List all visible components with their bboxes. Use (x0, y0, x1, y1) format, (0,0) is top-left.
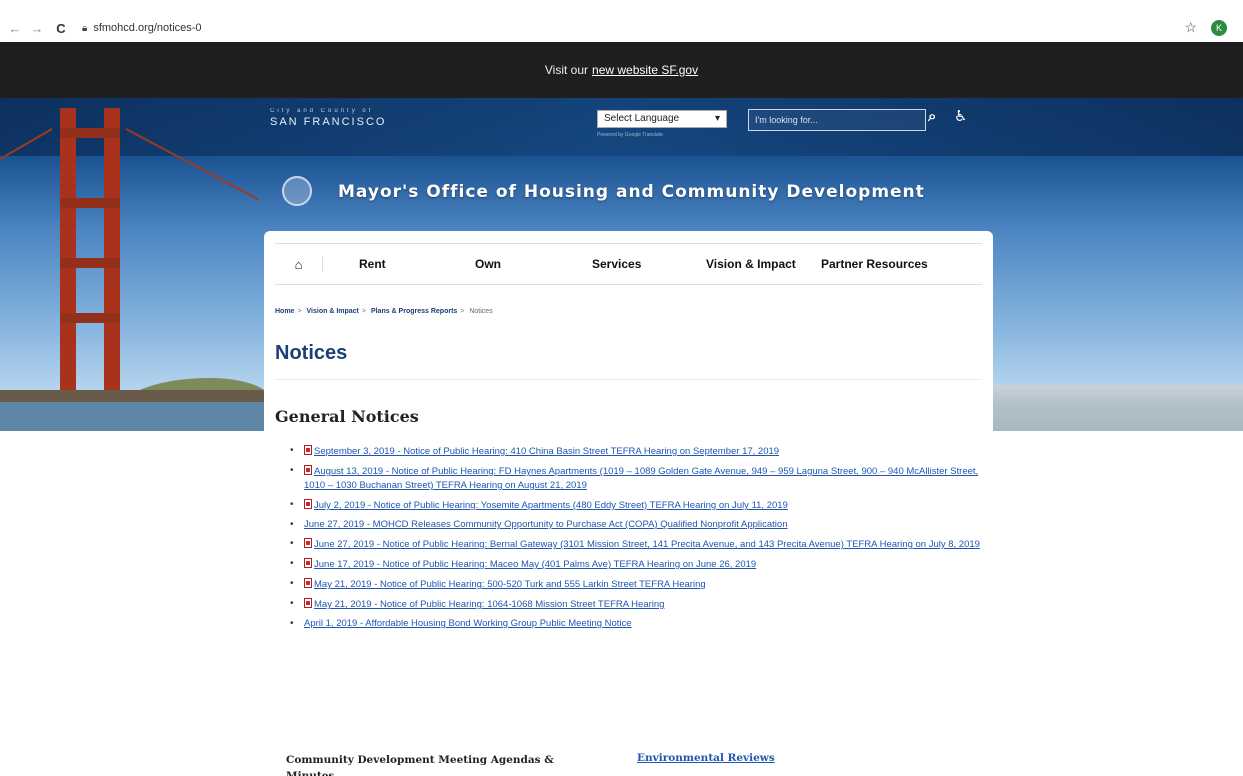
main-content-panel: ⌂ Rent Own Services Vision & Impact Part… (264, 231, 993, 776)
nav-item-own[interactable]: Own (475, 257, 501, 271)
accessibility-icon[interactable]: ♿︎ (954, 107, 967, 125)
list-item: July 2, 2019 - Notice of Public Hearing:… (286, 498, 986, 513)
pdf-icon (304, 558, 312, 568)
water-image (0, 400, 270, 431)
language-select[interactable]: Select Language ▾ (597, 110, 727, 128)
notice-link[interactable]: May 21, 2019 - Notice of Public Hearing:… (314, 599, 664, 610)
notice-link[interactable]: September 3, 2019 - Notice of Public Hea… (314, 446, 779, 457)
bridge-deck (0, 390, 270, 402)
sf-logo[interactable]: City and County of SAN FRANCISCO (270, 108, 386, 128)
notice-link[interactable]: April 1, 2019 - Affordable Housing Bond … (304, 618, 632, 629)
nav-item-services[interactable]: Services (592, 257, 641, 271)
pdf-icon (304, 598, 312, 608)
footer-environmental-reviews-link[interactable]: Environmental Reviews (637, 752, 775, 764)
org-title[interactable]: Mayor's Office of Housing and Community … (338, 182, 925, 202)
dropdown-arrow-icon: ▾ (714, 113, 720, 124)
footer-meeting-agendas-link[interactable]: Community Development Meeting Agendas & … (286, 752, 586, 776)
search-icon[interactable]: ⌕ (928, 108, 936, 125)
notice-link[interactable]: August 13, 2019 - Notice of Public Heari… (304, 466, 978, 491)
pdf-icon (304, 465, 312, 475)
list-item: May 21, 2019 - Notice of Public Hearing:… (286, 597, 986, 612)
section-title: General Notices (275, 407, 419, 426)
list-item: August 13, 2019 - Notice of Public Heari… (286, 464, 986, 493)
page-title: Notices (275, 342, 348, 364)
bookmark-star-icon[interactable]: ☆ (1184, 19, 1197, 36)
pdf-icon (304, 578, 312, 588)
top-notice-text: Visit our (544, 63, 589, 77)
city-skyline-image (991, 385, 1243, 431)
notice-link[interactable]: June 27, 2019 - MOHCD Releases Community… (304, 519, 788, 530)
golden-gate-bridge-image (54, 108, 126, 431)
sfgov-link[interactable]: new website SF.gov (592, 63, 698, 77)
nav-item-rent[interactable]: Rent (359, 257, 386, 271)
sf-logo-small: City and County of (270, 108, 374, 114)
notice-link[interactable]: July 2, 2019 - Notice of Public Hearing:… (314, 500, 788, 511)
powered-by-google: Powered by Google Translate (597, 132, 663, 138)
lock-icon: 🔒︎ (82, 22, 88, 34)
list-item: September 3, 2019 - Notice of Public Hea… (286, 444, 986, 459)
main-nav: ⌂ Rent Own Services Vision & Impact Part… (275, 243, 982, 285)
notices-list: September 3, 2019 - Notice of Public Hea… (286, 444, 986, 636)
search-input[interactable]: I'm looking for... (748, 109, 926, 131)
browser-toolbar: ← → C 🔒︎ sfmohcd.org/notices-0 ☆ K (0, 14, 1243, 42)
list-item: June 27, 2019 - Notice of Public Hearing… (286, 537, 986, 552)
list-item: June 27, 2019 - MOHCD Releases Community… (286, 518, 986, 532)
breadcrumb-vision-impact[interactable]: Vision & Impact (307, 308, 359, 315)
sf-logo-big: SAN FRANCISCO (270, 116, 387, 128)
breadcrumb-plans-reports[interactable]: Plans & Progress Reports (371, 308, 457, 315)
reload-icon[interactable]: C (54, 21, 68, 36)
list-item: May 21, 2019 - Notice of Public Hearing:… (286, 577, 986, 592)
pdf-icon (304, 538, 312, 548)
breadcrumb: Home > Vision & Impact > Plans & Progress … (275, 308, 493, 315)
forward-icon[interactable]: → (30, 21, 44, 36)
pdf-icon (304, 445, 312, 455)
notice-link[interactable]: June 17, 2019 - Notice of Public Hearing… (314, 559, 756, 570)
top-notice-bar: Visit our new website SF.gov (0, 42, 1243, 98)
city-seal-icon (282, 176, 312, 206)
home-icon[interactable]: ⌂ (275, 256, 323, 272)
breadcrumb-home[interactable]: Home (275, 308, 294, 315)
notice-link[interactable]: June 27, 2019 - Notice of Public Hearing… (314, 539, 980, 550)
pdf-icon (304, 499, 312, 509)
nav-item-partner-resources[interactable]: Partner Resources (821, 257, 928, 271)
list-item: June 17, 2019 - Notice of Public Hearing… (286, 557, 986, 572)
profile-avatar[interactable]: K (1211, 20, 1227, 36)
address-bar[interactable]: sfmohcd.org/notices-0 (93, 22, 201, 34)
list-item: April 1, 2019 - Affordable Housing Bond … (286, 617, 986, 631)
notice-link[interactable]: May 21, 2019 - Notice of Public Hearing:… (314, 579, 706, 590)
nav-item-vision-impact[interactable]: Vision & Impact (706, 257, 796, 271)
back-icon[interactable]: ← (8, 21, 22, 36)
language-select-label: Select Language (604, 113, 680, 124)
divider (275, 379, 982, 380)
breadcrumb-current: Notices (469, 308, 493, 315)
